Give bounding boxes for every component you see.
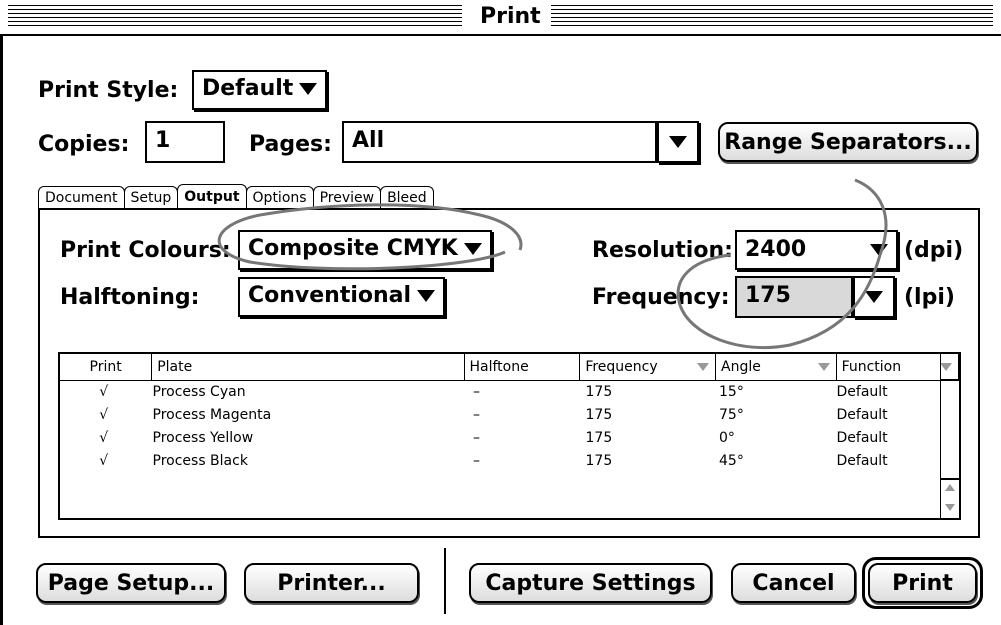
print-button[interactable]: Print xyxy=(868,563,977,603)
halftoning-label: Halftoning: xyxy=(60,285,200,310)
sort-arrow-icon xyxy=(697,363,709,371)
triangle-down-icon xyxy=(865,291,883,303)
cell-plate: Process Cyan xyxy=(152,384,246,400)
cell-frequency: 175 xyxy=(585,430,613,446)
resolution-unit: (dpi) xyxy=(904,238,964,263)
print-colours-popup[interactable]: Composite CMYK xyxy=(238,230,492,270)
capture-settings-button[interactable]: Capture Settings xyxy=(469,563,712,603)
triangle-down-icon xyxy=(299,83,318,95)
title-bar-stripes-right xyxy=(548,5,993,29)
window-title: Print xyxy=(470,0,551,34)
table-row[interactable]: √ Process Yellow – 175 0° Default xyxy=(60,427,959,450)
cell-function: Default xyxy=(836,407,888,423)
table-scrollbar[interactable] xyxy=(940,354,959,518)
printer-button[interactable]: Printer... xyxy=(244,563,419,603)
print-style-label: Print Style: xyxy=(38,78,179,103)
table-row[interactable]: √ Process Cyan – 175 15° Default xyxy=(60,381,959,404)
cell-halftone: – xyxy=(473,407,480,423)
resolution-popup[interactable]: 2400 xyxy=(735,230,898,270)
cell-plate: Process Magenta xyxy=(152,407,272,423)
halftoning-value: Conventional xyxy=(248,283,412,308)
triangle-down-icon xyxy=(463,243,482,255)
frequency-unit: (lpi) xyxy=(904,285,955,310)
column-header-print[interactable]: Print xyxy=(60,354,153,380)
print-colours-label: Print Colours: xyxy=(60,238,231,263)
cell-plate: Process Yellow xyxy=(152,430,254,446)
triangle-down-icon xyxy=(669,136,687,148)
cell-angle: 75° xyxy=(719,407,744,423)
cell-function: Default xyxy=(836,453,888,469)
pages-label: Pages: xyxy=(249,132,332,157)
triangle-down-icon xyxy=(417,290,436,302)
table-body: √ Process Cyan – 175 15° Default √ Process Mage… xyxy=(60,381,959,473)
cell-frequency: 175 xyxy=(585,407,613,423)
cell-halftone: – xyxy=(473,453,480,469)
cell-function: Default xyxy=(836,430,888,446)
halftoning-popup[interactable]: Conventional xyxy=(238,277,446,317)
page-setup-button[interactable]: Page Setup... xyxy=(36,563,226,603)
column-header-halftone[interactable]: Halftone xyxy=(465,354,581,380)
cancel-button[interactable]: Cancel xyxy=(731,563,856,603)
range-separators-button[interactable]: Range Separators... xyxy=(718,122,978,162)
tab-output[interactable]: Output xyxy=(177,184,247,209)
cell-halftone: – xyxy=(473,384,480,400)
plates-table: Print Plate Halftone Frequency Angle Fun… xyxy=(58,352,961,520)
cell-frequency: 175 xyxy=(585,453,613,469)
cell-frequency: 175 xyxy=(585,384,613,400)
table-row[interactable]: √ Process Magenta – 175 75° Default xyxy=(60,404,959,427)
tab-document[interactable]: Document xyxy=(38,186,125,209)
cell-print: √ xyxy=(99,384,109,400)
window-border xyxy=(0,0,3,625)
scroll-up-arrow-icon[interactable] xyxy=(945,484,955,491)
column-header-frequency[interactable]: Frequency xyxy=(580,354,716,380)
cell-halftone: – xyxy=(473,430,480,446)
title-bar-stripes-left xyxy=(8,5,462,29)
scroll-down-arrow-icon[interactable] xyxy=(945,504,955,511)
frequency-field[interactable]: 175 xyxy=(735,276,853,318)
column-header-angle-label: Angle xyxy=(721,359,761,375)
column-header-plate[interactable]: Plate xyxy=(152,354,465,380)
cell-print: √ xyxy=(99,453,109,469)
print-colours-value: Composite CMYK xyxy=(248,236,458,261)
tab-setup[interactable]: Setup xyxy=(123,186,179,209)
frequency-label: Frequency: xyxy=(592,285,730,310)
print-style-value: Default xyxy=(202,76,294,101)
cell-function: Default xyxy=(836,384,888,400)
sort-arrow-icon xyxy=(817,363,830,371)
table-header: Print Plate Halftone Frequency Angle Fun… xyxy=(60,354,959,381)
cell-angle: 15° xyxy=(719,384,744,400)
table-row[interactable]: √ Process Black – 175 45° Default xyxy=(60,450,959,473)
frequency-dropdown-button[interactable] xyxy=(853,276,895,318)
tab-bar: Document Setup Output Options Preview Bl… xyxy=(38,184,434,209)
title-bar[interactable]: Print xyxy=(0,0,1001,36)
cell-print: √ xyxy=(99,430,109,446)
pages-dropdown-button[interactable] xyxy=(657,121,699,163)
print-style-popup[interactable]: Default xyxy=(192,70,328,110)
cell-angle: 0° xyxy=(719,430,735,446)
tab-bleed[interactable]: Bleed xyxy=(380,186,434,209)
cell-angle: 45° xyxy=(719,453,744,469)
resolution-label: Resolution: xyxy=(592,238,733,263)
cell-print: √ xyxy=(99,407,109,423)
pages-field[interactable]: All xyxy=(342,121,657,163)
copies-field[interactable]: 1 xyxy=(145,121,225,163)
cell-plate: Process Black xyxy=(152,453,248,469)
scrollbar-header-cap xyxy=(941,354,959,380)
tab-options[interactable]: Options xyxy=(245,186,314,209)
triangle-down-icon xyxy=(870,244,888,256)
scrollbar-divider xyxy=(941,478,959,480)
column-header-function-label: Function xyxy=(841,359,902,375)
column-header-angle[interactable]: Angle xyxy=(716,354,837,380)
column-header-frequency-label: Frequency xyxy=(585,359,658,375)
tab-preview[interactable]: Preview xyxy=(312,186,382,209)
copies-label: Copies: xyxy=(38,132,130,157)
button-divider xyxy=(444,548,446,614)
resolution-value: 2400 xyxy=(745,237,807,262)
